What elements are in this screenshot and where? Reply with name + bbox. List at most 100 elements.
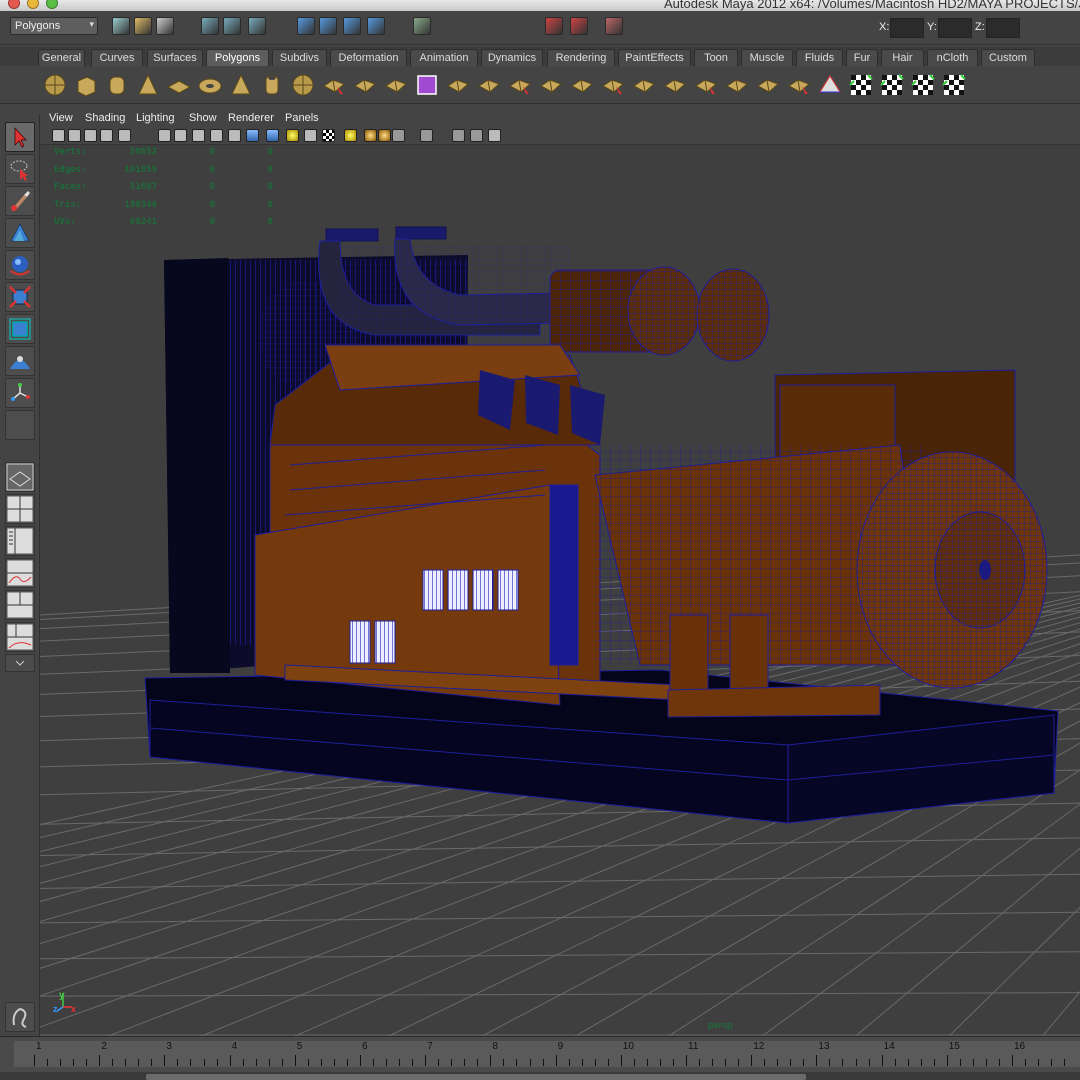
select-component-icon[interactable] — [248, 17, 266, 35]
checker-icon[interactable] — [322, 129, 335, 142]
cylindrical-map-icon[interactable] — [848, 72, 874, 98]
xray-joints-icon[interactable] — [470, 129, 483, 142]
range-slider-handle[interactable] — [146, 1074, 806, 1080]
insert-edgeloop-icon[interactable] — [662, 72, 688, 98]
use-all-lights-icon[interactable] — [344, 129, 357, 142]
extract-icon[interactable] — [383, 72, 409, 98]
minimize-window-button[interactable] — [27, 0, 39, 9]
panel-menu-shading[interactable]: Shading — [85, 112, 125, 124]
wireframe-icon[interactable] — [246, 129, 259, 142]
mirror-icon[interactable] — [507, 72, 533, 98]
four-view-layout-icon[interactable] — [5, 494, 35, 524]
poly-cone-icon[interactable] — [135, 72, 161, 98]
single-perspective-layout-icon[interactable] — [5, 462, 35, 492]
poly-cylinder-icon[interactable] — [104, 72, 130, 98]
shadows-icon[interactable] — [364, 129, 377, 142]
grid-toggle-icon[interactable] — [488, 129, 501, 142]
smooth-shade-icon[interactable] — [266, 129, 279, 142]
last-tool-icon[interactable] — [5, 410, 35, 440]
panel-menu-renderer[interactable]: Renderer — [228, 112, 274, 124]
bookmarks-icon[interactable] — [84, 129, 97, 142]
film-gate-icon[interactable] — [118, 129, 131, 142]
shelf-tab-general[interactable]: General — [38, 49, 85, 66]
poly-pyramid-icon[interactable] — [228, 72, 254, 98]
shelf-tab-fur[interactable]: Fur — [846, 49, 878, 66]
paint-select-tool-icon[interactable] — [5, 186, 35, 216]
shelf-tab-hair[interactable]: Hair — [881, 49, 924, 66]
gate-mask-icon[interactable] — [174, 129, 187, 142]
outliner-persp-layout-icon[interactable] — [5, 526, 35, 556]
shelf-tab-rendering[interactable]: Rendering — [547, 49, 615, 66]
soft-modification-icon[interactable] — [5, 346, 35, 376]
y-coord-field[interactable] — [938, 18, 972, 38]
scale-tool-icon[interactable] — [5, 282, 35, 312]
shelf-tab-toon[interactable]: Toon — [694, 49, 738, 66]
isolate-select-icon[interactable] — [392, 129, 405, 142]
universal-manipulator-icon[interactable] — [5, 314, 35, 344]
texture-icon[interactable] — [304, 129, 317, 142]
shelf-tab-ncloth[interactable]: nCloth — [927, 49, 978, 66]
extrude-icon[interactable] — [538, 72, 564, 98]
poly-sphere-icon[interactable] — [42, 72, 68, 98]
xray-active-icon[interactable] — [452, 129, 465, 142]
shelf-tab-polygons[interactable]: Polygons — [206, 49, 269, 66]
select-tool-icon[interactable] — [5, 122, 35, 152]
render-icon[interactable] — [545, 17, 563, 35]
shelf-tab-surfaces[interactable]: Surfaces — [147, 49, 203, 66]
reduce-icon[interactable] — [476, 72, 502, 98]
spherical-map-icon[interactable] — [879, 72, 905, 98]
menu-set-dropdown[interactable]: Polygons ▾ — [10, 17, 98, 35]
separate-icon[interactable] — [352, 72, 378, 98]
show-manipulator-icon[interactable] — [5, 378, 35, 408]
bevel-icon[interactable] — [724, 72, 750, 98]
merge-icon[interactable] — [755, 72, 781, 98]
save-scene-icon[interactable] — [156, 17, 174, 35]
close-window-button[interactable] — [8, 0, 20, 9]
camera-attributes-icon[interactable] — [68, 129, 81, 142]
snap-grid-icon[interactable] — [297, 17, 315, 35]
open-scene-icon[interactable] — [134, 17, 152, 35]
time-slider-track[interactable]: 1 2 3 4 5 6 7 8 9 10 11 12 13 14 15 16 — [14, 1041, 1080, 1067]
planar-map-icon[interactable] — [817, 72, 843, 98]
persp-outliner-graph-layout-icon[interactable] — [5, 622, 35, 652]
default-lighting-icon[interactable] — [286, 129, 299, 142]
select-hierarchy-icon[interactable] — [201, 17, 219, 35]
z-coord-field[interactable] — [986, 18, 1020, 38]
new-scene-icon[interactable] — [112, 17, 130, 35]
sculpt-icon[interactable] — [786, 72, 812, 98]
move-tool-icon[interactable] — [5, 218, 35, 248]
script-editor-icon[interactable] — [5, 1002, 35, 1032]
zoom-window-button[interactable] — [46, 0, 58, 9]
shelf-tab-dynamics[interactable]: Dynamics — [481, 49, 543, 66]
poly-torus-icon[interactable] — [197, 72, 223, 98]
panel-menu-lighting[interactable]: Lighting — [136, 112, 175, 124]
shelf-tab-painteffects[interactable]: PaintEffects — [618, 49, 691, 66]
xray-icon[interactable] — [420, 129, 433, 142]
shelf-tab-deformation[interactable]: Deformation — [330, 49, 407, 66]
perspective-viewport[interactable]: Verts: 50852 0 0 Edges: 101859 0 0 Faces: 51687 0 0… — [40, 145, 1080, 1036]
high-quality-icon[interactable] — [378, 129, 391, 142]
panel-menu-show[interactable]: Show — [189, 112, 217, 124]
snap-curve-icon[interactable] — [319, 17, 337, 35]
layout-menu-icon[interactable] — [5, 654, 35, 672]
poly-plane-icon[interactable] — [166, 72, 192, 98]
panel-menu-view[interactable]: View — [49, 112, 73, 124]
bridge-icon[interactable] — [569, 72, 595, 98]
select-object-icon[interactable] — [223, 17, 241, 35]
render-settings-icon[interactable] — [605, 17, 623, 35]
hypershade-persp-layout-icon[interactable] — [5, 590, 35, 620]
panel-menu-panels[interactable]: Panels — [285, 112, 319, 124]
shelf-tab-custom[interactable]: Custom — [981, 49, 1035, 66]
poly-pipe-icon[interactable] — [259, 72, 285, 98]
safe-title-icon[interactable] — [228, 129, 241, 142]
boolean-icon[interactable] — [414, 72, 440, 98]
rotate-tool-icon[interactable] — [5, 250, 35, 280]
snap-point-icon[interactable] — [343, 17, 361, 35]
shelf-tab-muscle[interactable]: Muscle — [741, 49, 793, 66]
combine-icon[interactable] — [321, 72, 347, 98]
append-icon[interactable] — [600, 72, 626, 98]
time-slider[interactable]: 1 2 3 4 5 6 7 8 9 10 11 12 13 14 15 16 — [0, 1036, 1080, 1072]
uv-editor-icon[interactable] — [941, 72, 967, 98]
image-plane-icon[interactable] — [100, 129, 113, 142]
resolution-gate-icon[interactable] — [158, 129, 171, 142]
